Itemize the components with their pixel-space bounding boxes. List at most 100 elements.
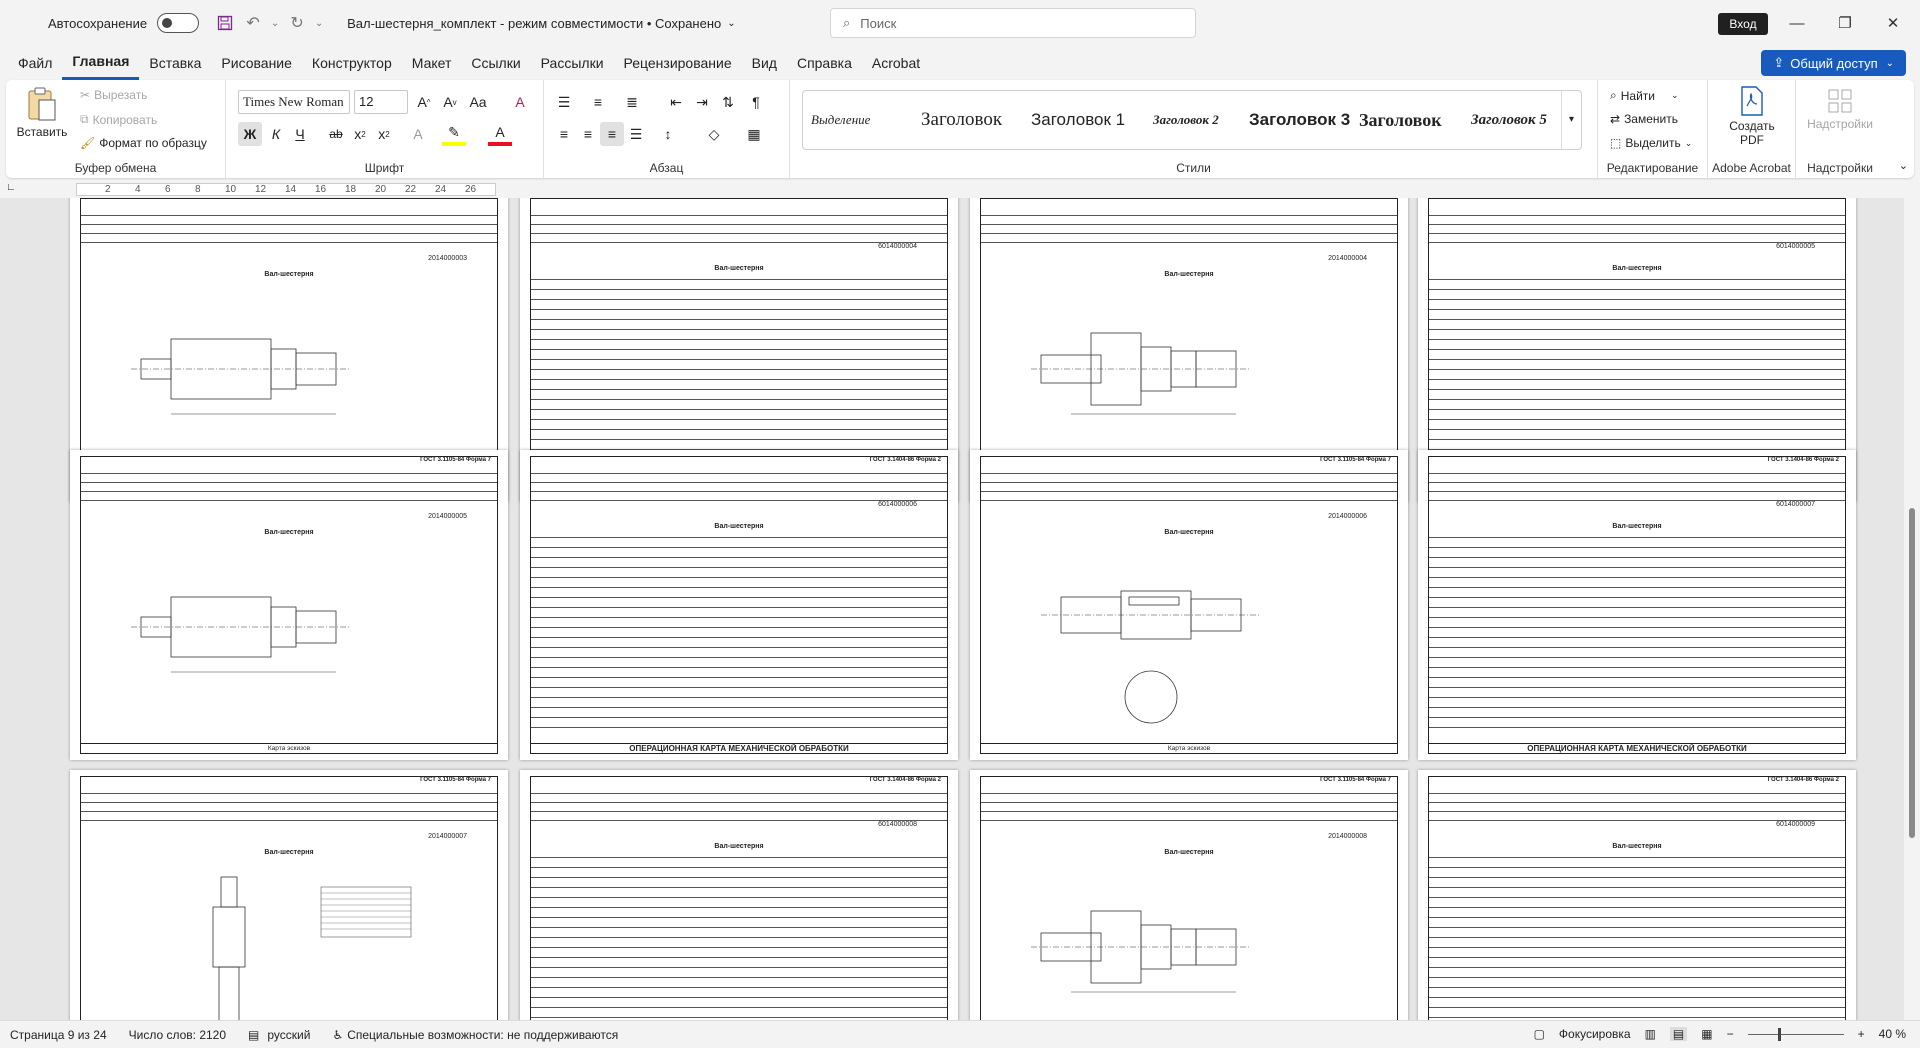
page-count[interactable]: Страница 9 из 24 (10, 1028, 107, 1042)
tab-review[interactable]: Рецензирование (614, 46, 742, 80)
style-heading-1[interactable]: Заголовок 1 (1023, 110, 1145, 130)
operation-card-page[interactable]: ГОСТ 3.1404-86 Форма 2 6014000006 Вал-шест… (520, 450, 958, 760)
title-chevron-down-icon[interactable]: ⌄ (727, 18, 735, 29)
zoom-slider-thumb[interactable] (1777, 1027, 1781, 1041)
highlight-icon[interactable]: ✎ (442, 122, 466, 146)
italic-icon[interactable]: К (264, 122, 288, 146)
font-size-select[interactable]: 12 (354, 90, 408, 114)
vertical-scrollbar[interactable] (1904, 198, 1920, 1020)
restore-icon[interactable]: ❐ (1822, 10, 1868, 36)
find-button[interactable]: ⌕ Найти ⌄ (1610, 88, 1679, 103)
accessibility-status[interactable]: Специальные возможности: не поддерживают… (347, 1028, 618, 1042)
copy-button[interactable]: ⧉ Копировать (80, 112, 157, 127)
zoom-slider[interactable] (1747, 1027, 1844, 1041)
tab-acrobat[interactable]: Acrobat (862, 46, 930, 80)
create-pdf-button[interactable]: Создать PDF (1720, 86, 1784, 147)
underline-icon[interactable]: Ч (288, 122, 312, 146)
strikethrough-icon[interactable]: ab (324, 122, 348, 146)
search-box[interactable]: ⌕ Поиск (830, 8, 1196, 38)
font-color-icon[interactable]: A (488, 122, 512, 146)
document-title[interactable]: Вал-шестерня_комплект - режим совместимо… (347, 16, 721, 31)
style-heading[interactable]: Заголовок (913, 109, 1023, 131)
superscript-icon[interactable]: x2 (372, 122, 396, 146)
accessibility-icon[interactable]: ♿ (332, 1028, 343, 1042)
increase-indent-icon[interactable]: ⇥ (690, 90, 714, 114)
paste-button[interactable]: Вставить (16, 86, 68, 152)
style-emphasis[interactable]: Выделение (803, 112, 913, 128)
proofing-icon[interactable]: ▤ (248, 1028, 259, 1042)
tab-view[interactable]: Вид (742, 46, 787, 80)
font-family-select[interactable]: Times New Roman (238, 90, 350, 114)
word-count[interactable]: Число слов: 2120 (129, 1028, 226, 1042)
align-left-icon[interactable]: ≡ (552, 122, 576, 146)
autosave-toggle[interactable] (157, 13, 200, 33)
tab-draw[interactable]: Рисование (211, 46, 302, 80)
focus-mode[interactable]: Фокусировка (1559, 1027, 1631, 1041)
zoom-out-icon[interactable]: − (1727, 1027, 1734, 1041)
print-layout-icon[interactable]: ▤ (1669, 1027, 1688, 1041)
share-button[interactable]: ⇪ Общий доступ ⌄ (1761, 50, 1906, 76)
tab-help[interactable]: Справка (787, 46, 862, 80)
borders-icon[interactable]: ▦ (742, 122, 766, 146)
tab-home[interactable]: Главная (62, 46, 140, 80)
ruler-scale[interactable]: 2 4 6 8 10 12 14 16 18 20 22 24 26 (76, 183, 496, 196)
format-painter-button[interactable]: 🖌 Формат по образцу (80, 136, 207, 150)
subscript-icon[interactable]: x2 (348, 122, 372, 146)
styles-more-icon[interactable]: ▾ (1561, 91, 1581, 149)
align-right-icon[interactable]: ≡ (600, 122, 624, 146)
multilevel-list-icon[interactable]: ≣ (620, 90, 644, 114)
customize-qat-icon[interactable]: ⌄ (311, 9, 327, 37)
justify-icon[interactable]: ☰ (624, 122, 648, 146)
tab-layout[interactable]: Макет (402, 46, 462, 80)
signin-button[interactable]: Вход (1718, 13, 1768, 35)
undo-icon[interactable]: ↶ (239, 9, 267, 37)
scrollbar-thumb[interactable] (1909, 508, 1915, 838)
sketch-card-page[interactable]: ГОСТ 3.1105-84 Форма 7 2014000007 Вал-шест… (70, 770, 508, 1020)
save-icon[interactable] (211, 9, 239, 37)
minimize-icon[interactable]: — (1774, 10, 1820, 36)
bold-icon[interactable]: Ж (238, 122, 262, 146)
operation-card-page[interactable]: ГОСТ 3.1404-86 Форма 2 6014000007 Вал-шест… (1418, 450, 1856, 760)
style-heading-5[interactable]: Заголовок 5 (1463, 112, 1563, 129)
decrease-indent-icon[interactable]: ⇤ (664, 90, 688, 114)
tab-insert[interactable]: Вставка (139, 46, 211, 80)
focus-icon[interactable]: ▢ (1534, 1027, 1545, 1041)
read-mode-icon[interactable]: ▥ (1645, 1027, 1656, 1041)
line-spacing-icon[interactable]: ↕ (656, 122, 680, 146)
sketch-card-page[interactable]: ГОСТ 3.1105-84 Форма 7 2014000008 Вал-шест… (970, 770, 1408, 1020)
style-heading-4[interactable]: Заголовок (1351, 110, 1463, 131)
operation-card-page[interactable]: ГОСТ 3.1404-86 Форма 2 6014000009 Вал-шест… (1418, 770, 1856, 1020)
tab-mailings[interactable]: Рассылки (531, 46, 614, 80)
cut-button[interactable]: ✂ Вырезать (80, 88, 147, 102)
style-heading-3[interactable]: Заголовок 3 (1241, 110, 1351, 130)
document-canvas[interactable]: 2014000003 Вал-шестерня Карта эскизов 60140… (0, 198, 1904, 1020)
bullets-icon[interactable]: ☰ (552, 90, 576, 114)
clear-formatting-icon[interactable]: A (508, 90, 532, 114)
collapse-ribbon-icon[interactable]: ⌄ (1899, 159, 1908, 172)
numbering-icon[interactable]: ≡ (586, 90, 610, 114)
style-heading-2[interactable]: Заголовок 2 (1145, 112, 1241, 128)
replace-button[interactable]: ⇄ Заменить (1610, 112, 1678, 126)
align-center-icon[interactable]: ≡ (576, 122, 600, 146)
shading-icon[interactable]: ◇ (702, 122, 726, 146)
change-case-icon[interactable]: Aa (466, 90, 490, 114)
redo-icon[interactable]: ↻ (283, 9, 311, 37)
zoom-in-icon[interactable]: + (1858, 1027, 1865, 1041)
grow-font-icon[interactable]: A ^ (412, 90, 436, 114)
tab-references[interactable]: Ссылки (461, 46, 530, 80)
web-layout-icon[interactable]: ▦ (1701, 1027, 1712, 1041)
tab-stop-selector-icon[interactable]: ∟ (6, 182, 16, 193)
undo-dropdown-icon[interactable]: ⌄ (267, 9, 283, 37)
language[interactable]: русский (267, 1028, 310, 1042)
close-icon[interactable]: ✕ (1870, 10, 1916, 36)
operation-card-page[interactable]: ГОСТ 3.1404-86 Форма 2 6014000008 Вал-шест… (520, 770, 958, 1020)
sketch-card-page[interactable]: ГОСТ 3.1105-84 Форма 7 2014000006 Вал-шест… (970, 450, 1408, 760)
addins-button[interactable]: Надстройки (1804, 88, 1876, 131)
sort-icon[interactable]: ⇅ (716, 90, 740, 114)
tab-design[interactable]: Конструктор (302, 46, 402, 80)
sketch-card-page[interactable]: ГОСТ 3.1105-84 Форма 7 2014000005 Вал-шест… (70, 450, 508, 760)
show-marks-icon[interactable]: ¶ (744, 90, 768, 114)
tab-file[interactable]: Файл (8, 46, 62, 80)
select-button[interactable]: ⬚ Выделить ⌄ (1610, 136, 1692, 150)
shrink-font-icon[interactable]: Av (438, 90, 462, 114)
